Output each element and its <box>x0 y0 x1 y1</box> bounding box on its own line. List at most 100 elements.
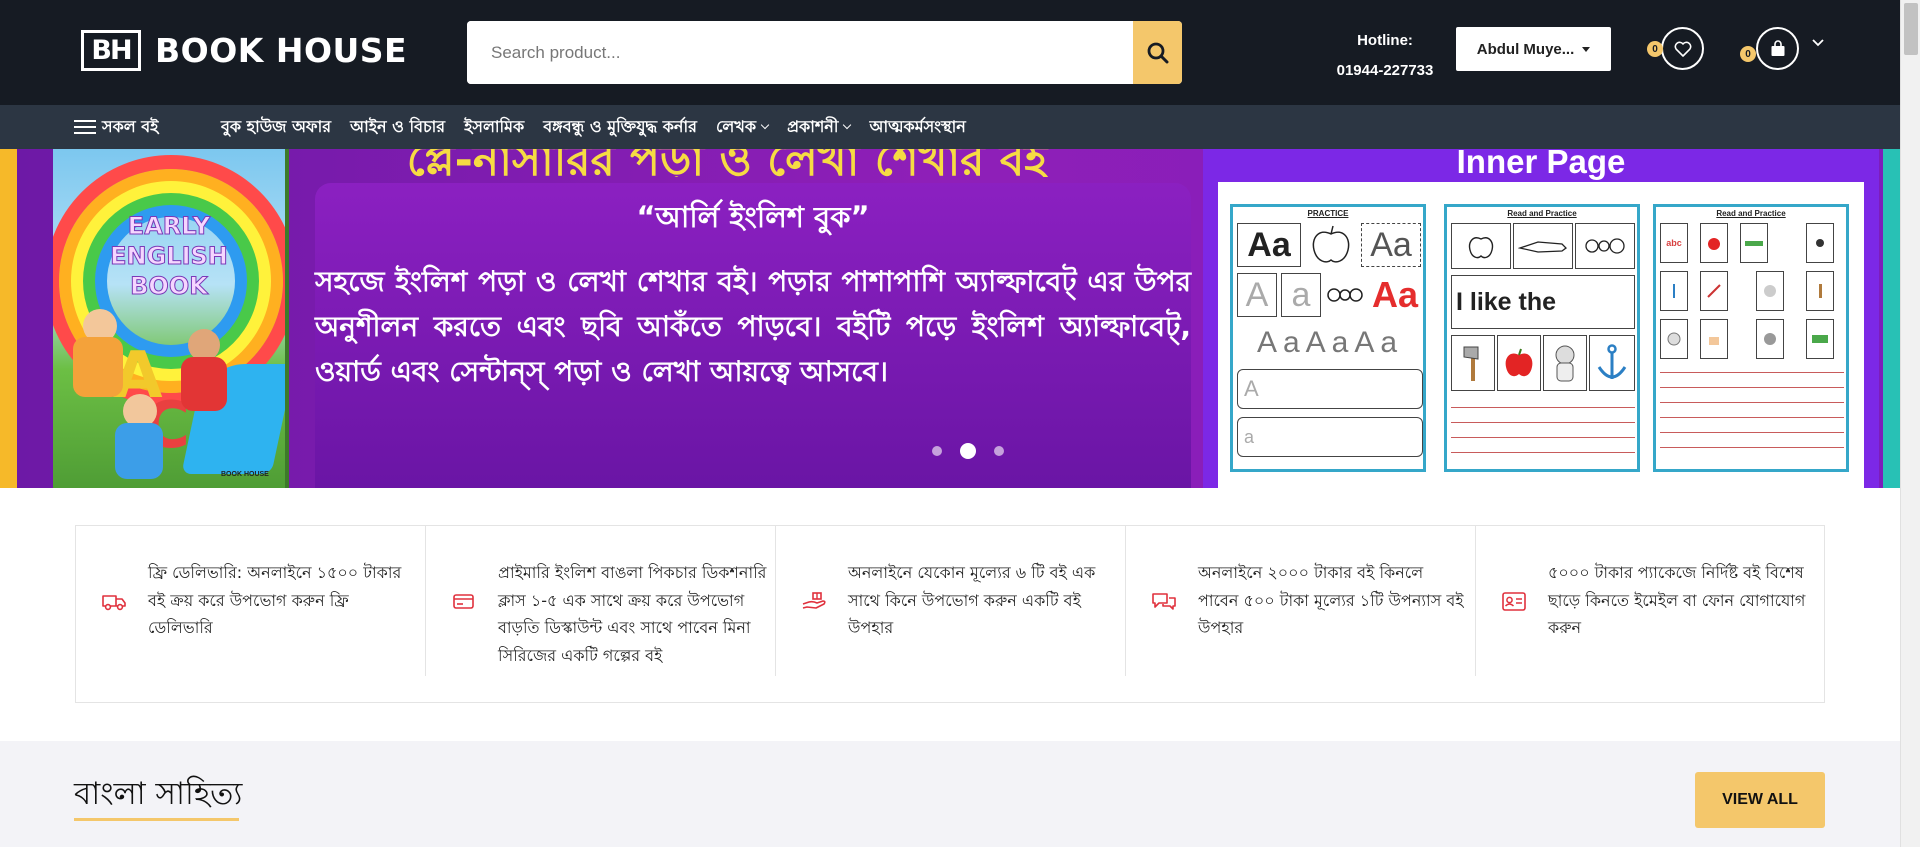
letter-trace-row: AaAaAa <box>1237 323 1423 363</box>
book-publisher: BOOK HOUSE <box>221 471 269 478</box>
banner-card-title: “আর্লি ইংলিশ বুক” <box>636 200 870 234</box>
slider-dots <box>932 443 1004 459</box>
picture-cell <box>1806 223 1834 263</box>
book-cover-title: EARLY ENGLISH BOOK <box>53 211 285 301</box>
book-title-line: EARLY <box>127 212 211 241</box>
features-section: ফ্রি ডেলিভারি: অনলাইনে ১৫০০ টাকার বই ক্র… <box>0 488 1900 741</box>
ant-graphic <box>1325 273 1365 317</box>
picture-cell <box>1756 271 1784 311</box>
logo-mark: BH <box>81 30 141 71</box>
heart-icon <box>1674 41 1691 57</box>
user-account-button[interactable]: Abdul Muye... <box>1456 27 1611 71</box>
nav-item-self-employment[interactable]: আত্মকর্মসংস্থান <box>869 114 965 141</box>
slider-dot-active[interactable] <box>960 443 976 459</box>
nav-links: বুক হাউজ অফার আইন ও বিচার ইসলামিক বঙ্গবন… <box>221 105 966 149</box>
gift-hand-icon <box>802 592 826 609</box>
banner-text-card: “আর্লি ইংলিশ বুক” সহজে ইংলিশ পড়া ও লেখা… <box>315 183 1191 488</box>
chevron-down-icon[interactable] <box>1811 38 1825 48</box>
letter-cell: Aa <box>1361 223 1421 267</box>
book-title-line: ENGLISH <box>110 242 229 271</box>
feature-text: প্রাইমারি ইংলিশ বাঙলা পিকচার ডিকশনারি ক্… <box>498 563 767 665</box>
nav-label: ইসলামিক <box>464 116 525 136</box>
picture-cell <box>1756 319 1784 359</box>
nav-item-authors[interactable]: লেখক <box>715 114 770 141</box>
preview-page: Read and Practice abc <box>1653 204 1849 472</box>
wishlist-button[interactable] <box>1661 27 1704 70</box>
picture-cell <box>1740 223 1768 263</box>
letter-cell: Aa <box>1367 273 1423 317</box>
anchor-graphic <box>1589 335 1635 391</box>
nav-item-bookhouse-offer[interactable]: বুক হাউজ অফার <box>221 114 331 141</box>
feature-item: ৫০০০ টাকার প্যাকেজে নির্দিষ্ট বই বিশেষ ছ… <box>1476 526 1826 676</box>
letter-cell: A <box>1237 273 1277 317</box>
nav-item-publishers[interactable]: প্রকাশনী <box>787 114 852 141</box>
slider-dot[interactable] <box>932 446 942 456</box>
writing-line <box>1660 417 1844 418</box>
red-apple-graphic <box>1497 335 1541 391</box>
writing-line <box>1660 387 1844 388</box>
hamburger-icon <box>74 120 96 134</box>
page-scrollbar[interactable] <box>1900 0 1920 847</box>
preview-page: Read and Practice I like the <box>1444 204 1640 472</box>
caret-down-icon <box>1582 46 1591 52</box>
writing-line <box>1660 402 1844 403</box>
astronaut-graphic <box>1543 335 1587 391</box>
picture-cell <box>1660 319 1688 359</box>
picture-cell <box>1700 319 1728 359</box>
feature-text: অনলাইনে ২০০০ টাকার বই কিনলে পাবেন ৫০০ টা… <box>1198 563 1464 637</box>
picture-cell <box>1660 271 1688 311</box>
kid-graphic <box>115 423 163 479</box>
view-all-button[interactable]: VIEW ALL <box>1695 772 1825 828</box>
logo-text: BOOK HOUSE <box>155 31 408 70</box>
book-cover-image: EARLY ENGLISH BOOK A C BOOK HOUSE <box>53 149 289 488</box>
section-title: বাংলা সাহিত্য <box>74 776 243 812</box>
wishlist-count-badge: 0 <box>1647 41 1663 57</box>
apple-graphic <box>1305 223 1357 267</box>
nav-label: প্রকাশনী <box>787 116 839 136</box>
features-box: ফ্রি ডেলিভারি: অনলাইনে ১৫০০ টাকার বই ক্র… <box>75 525 1825 703</box>
inner-page-title: Inner Page <box>1456 149 1626 180</box>
ant-graphic <box>1575 223 1635 269</box>
credit-card-icon <box>453 594 474 609</box>
scrollbar-thumb[interactable] <box>1904 3 1918 55</box>
search-button[interactable] <box>1133 21 1182 84</box>
hotline-number[interactable]: 01944-227733 <box>1320 56 1450 86</box>
feature-item: প্রাইমারি ইংলিশ বাঙলা পিকচার ডিকশনারি ক্… <box>426 526 776 676</box>
picture-cell <box>1700 223 1728 263</box>
shopping-bag-icon <box>1771 40 1784 56</box>
cart-button[interactable] <box>1756 27 1799 70</box>
feature-item: অনলাইনে ২০০০ টাকার বই কিনলে পাবেন ৫০০ টা… <box>1126 526 1476 676</box>
nav-label: বঙ্গবন্ধু ও মুক্তিযুদ্ধ কর্নার <box>543 116 697 136</box>
writing-line <box>1660 447 1844 448</box>
letter-cell: a <box>1281 273 1321 317</box>
inner-page-panel: Inner Page PRACTICE Aa Aa A a Aa AaAaAa … <box>1203 149 1879 488</box>
search-input[interactable] <box>467 21 1133 84</box>
writing-line <box>1451 452 1635 453</box>
picture-cell <box>1700 271 1728 311</box>
picture-cell <box>1806 271 1834 311</box>
all-books-label: সকল বই <box>102 116 159 136</box>
hero-banner[interactable]: EARLY ENGLISH BOOK A C BOOK HOUSE প্লে-ন… <box>0 149 1900 488</box>
all-books-menu[interactable]: সকল বই <box>74 105 158 149</box>
kid-graphic <box>73 337 123 397</box>
apple-graphic <box>1451 223 1511 269</box>
site-logo[interactable]: BH BOOK HOUSE <box>81 30 407 71</box>
chevron-down-icon <box>760 120 770 130</box>
nav-label: আইন ও বিচার <box>350 116 446 136</box>
banner-edge-left <box>0 149 17 488</box>
top-header: BH BOOK HOUSE Hotline: 01944-227733 Abdu… <box>0 0 1900 105</box>
banner-slide[interactable]: EARLY ENGLISH BOOK A C BOOK HOUSE প্লে-ন… <box>17 149 1883 488</box>
feature-text: অনলাইনে যেকোন মূল্যের ৬ টি বই এক সাথে কি… <box>848 563 1096 637</box>
nav-item-law[interactable]: আইন ও বিচার <box>350 114 445 141</box>
picture-cell <box>1806 319 1834 359</box>
writing-line <box>1451 437 1635 438</box>
slider-dot[interactable] <box>994 446 1004 456</box>
writing-line <box>1660 432 1844 433</box>
nav-item-bangabandhu-corner[interactable]: বঙ্গবন্ধু ও মুক্তিযুদ্ধ কর্নার <box>543 114 697 141</box>
axe-graphic <box>1451 335 1495 391</box>
chat-bubbles-icon <box>1152 593 1176 610</box>
banner-headline: প্লে-নার্সারির পড়া ও লেখা শেখার বই <box>406 149 1048 177</box>
nav-item-islamic[interactable]: ইসলামিক <box>464 114 524 141</box>
writing-box: A <box>1237 369 1423 409</box>
nav-label: লেখক <box>715 116 757 136</box>
